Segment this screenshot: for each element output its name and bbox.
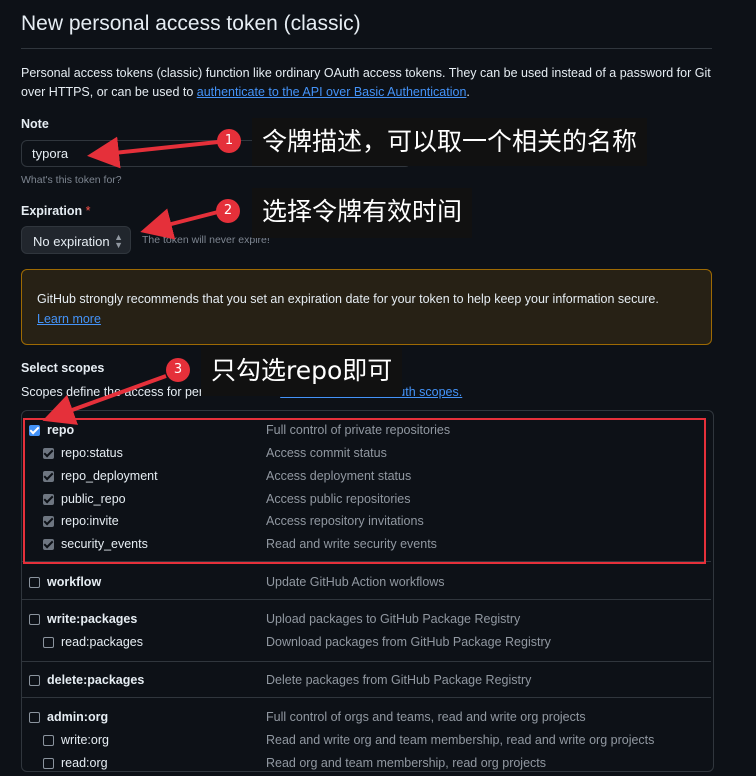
annotation-callout-2: 选择令牌有效时间 [252, 188, 473, 238]
annotation-badge-2: 2 [216, 199, 240, 223]
arrow-1 [87, 136, 219, 169]
annotation-badge-1: 1 [217, 129, 241, 153]
annotation-badge-3: 3 [166, 358, 190, 382]
arrow-2 [140, 208, 219, 240]
annotation-callout-3: 只勾选repo即可 [201, 346, 403, 396]
annotation-callout-1: 令牌描述，可以取一个相关的名称 [252, 118, 648, 166]
arrow-3 [42, 374, 167, 425]
